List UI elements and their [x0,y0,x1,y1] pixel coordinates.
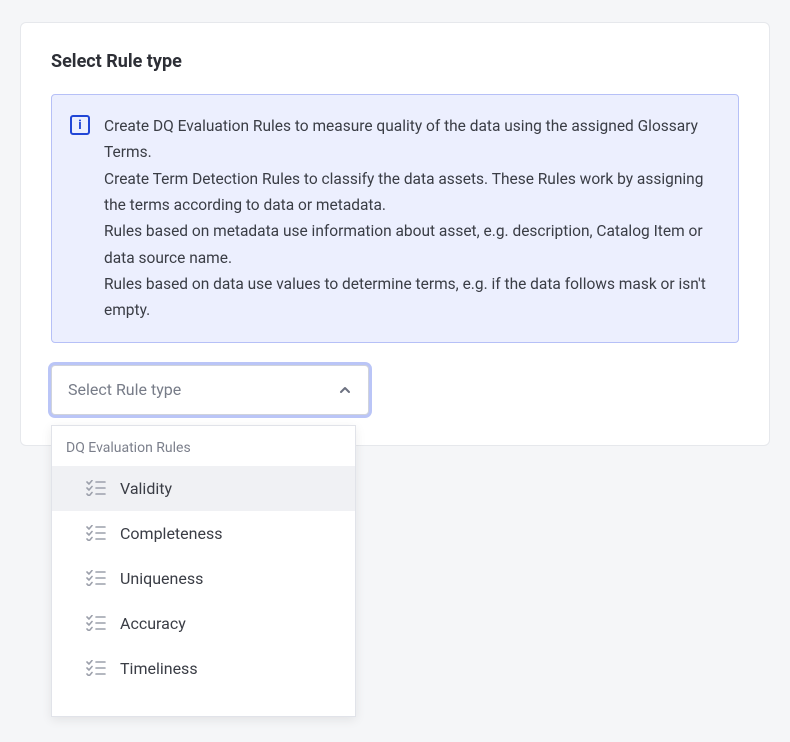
info-paragraph: Create DQ Evaluation Rules to measure qu… [104,113,718,166]
dropdown-item-validity[interactable]: Validity [52,466,355,511]
dropdown-item-uniqueness[interactable]: Uniqueness [52,556,355,601]
dropdown-group-label: DQ Evaluation Rules [52,426,355,466]
select-placeholder: Select Rule type [68,380,181,399]
info-box: i Create DQ Evaluation Rules to measure … [51,94,739,343]
rule-type-dropdown: DQ Evaluation Rules Validity [51,425,356,717]
dropdown-item-label: Uniqueness [120,569,203,588]
dropdown-item-label: Completeness [120,524,222,543]
info-text: Create DQ Evaluation Rules to measure qu… [104,113,718,324]
checklist-icon [86,615,106,631]
checklist-icon [86,570,106,586]
info-paragraph: Create Term Detection Rules to classify … [104,166,718,219]
dropdown-item-completeness[interactable]: Completeness [52,511,355,556]
dropdown-item-label: Accuracy [120,614,186,633]
chevron-up-icon [338,383,352,397]
checklist-icon [86,525,106,541]
page-title: Select Rule type [51,51,739,72]
select-rule-type-card: Select Rule type i Create DQ Evaluation … [20,22,770,446]
dropdown-item-timeliness[interactable]: Timeliness [52,646,355,691]
info-paragraph: Rules based on data use values to determ… [104,271,718,324]
rule-type-select-wrap: Select Rule type DQ Evaluation Rules [51,365,369,415]
dropdown-item-label: Validity [120,479,172,498]
info-icon: i [70,115,90,135]
dropdown-overflow-spacer [52,691,355,716]
checklist-icon [86,660,106,676]
info-paragraph: Rules based on metadata use information … [104,218,718,271]
dropdown-scroll[interactable]: DQ Evaluation Rules Validity [52,426,355,716]
dropdown-item-label: Timeliness [120,659,198,678]
rule-type-select[interactable]: Select Rule type [51,365,369,415]
checklist-icon [86,480,106,496]
dropdown-item-accuracy[interactable]: Accuracy [52,601,355,646]
